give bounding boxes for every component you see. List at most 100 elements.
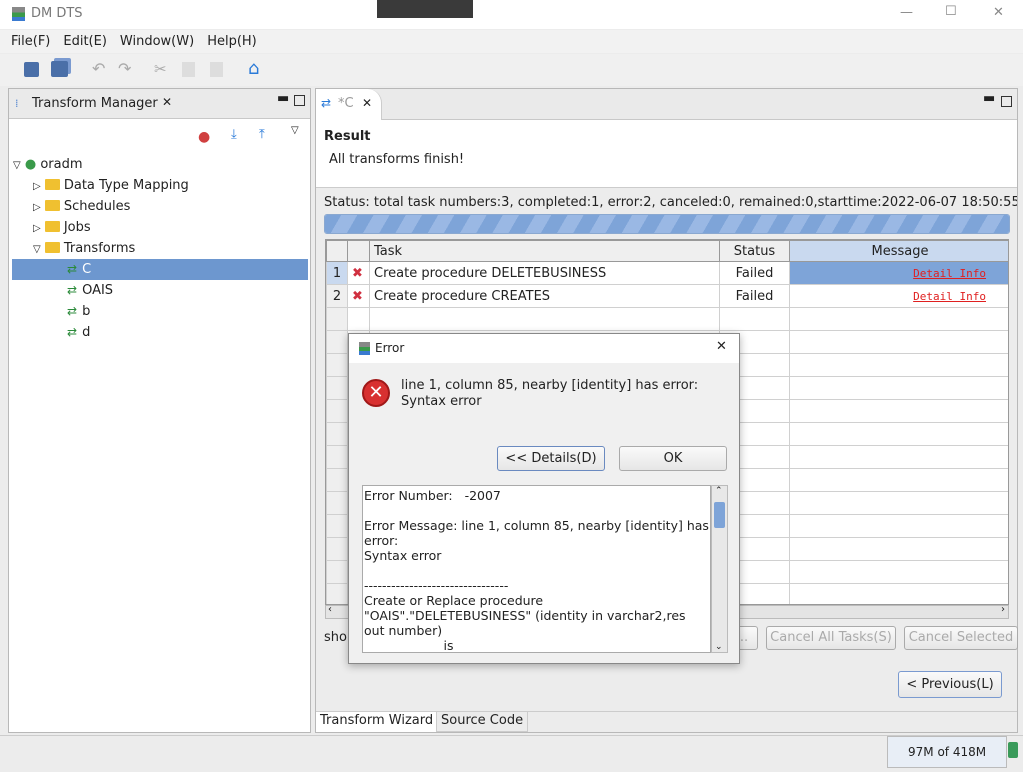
dialog-title-bar: Error ✕ [349, 334, 739, 363]
detail-info-link[interactable]: Detail Info [913, 290, 986, 303]
tree-root[interactable]: ▽ ● oradm [13, 154, 83, 175]
tree-icon: ⁞ [15, 97, 19, 110]
tree-item-transform-d[interactable]: ⇄ d [67, 322, 90, 343]
transform-icon: ⇄ [67, 325, 78, 339]
maximize-view-icon[interactable] [294, 95, 305, 106]
memory-indicator[interactable]: 97M of 418M [887, 736, 1007, 768]
collapse-icon[interactable]: ▽ [33, 244, 41, 255]
app-icon [12, 7, 25, 21]
toolbar: ↶ ↷ ✂ ⌂ [0, 54, 1023, 86]
details-text[interactable]: Error Number: -2007 Error Message: line … [362, 485, 711, 653]
scroll-up-icon[interactable]: ⌃ [715, 486, 723, 496]
result-area: Result All transforms finish! [316, 120, 1017, 188]
error-message: line 1, column 85, nearby [identity] has… [401, 378, 699, 409]
export-icon[interactable]: ⤒ [259, 127, 265, 142]
panel-title[interactable]: Transform Manager [32, 96, 158, 111]
transform-icon: ⇄ [321, 96, 332, 110]
editor-tab-c[interactable]: ⇄ *C ✕ [316, 89, 382, 120]
menu-window[interactable]: Window(W) [120, 34, 194, 49]
folder-icon [44, 221, 60, 232]
copy-icon[interactable] [182, 62, 195, 77]
garbage-collect-icon[interactable] [1008, 742, 1018, 758]
detail-info-link[interactable]: Detail Info [913, 267, 986, 280]
tree-item-transform-oais[interactable]: ⇄ OAIS [67, 280, 113, 301]
close-tab-icon[interactable]: ✕ [162, 95, 172, 109]
close-tab-icon[interactable]: ✕ [362, 96, 372, 110]
expand-icon[interactable]: ▷ [33, 202, 41, 213]
error-icon: ✖ [347, 261, 370, 285]
tree-item-data-type-mapping[interactable]: ▷ Data Type Mapping [33, 175, 189, 196]
tree-item-transform-b[interactable]: ⇄ b [67, 301, 90, 322]
maximize-button[interactable]: ☐ [945, 4, 957, 19]
dialog-title: Error [375, 341, 405, 355]
close-button[interactable]: ✕ [993, 5, 1004, 20]
progress-fill [325, 215, 1009, 233]
tree-item-jobs[interactable]: ▷ Jobs [33, 217, 91, 238]
collapse-icon[interactable]: ▽ [13, 160, 21, 171]
title-bar: DM DTS — ☐ ✕ [0, 0, 1023, 29]
scroll-left-icon[interactable]: ‹ [328, 604, 332, 615]
folder-icon [44, 242, 60, 253]
cancel-selected-button[interactable]: Cancel Selected [904, 626, 1018, 650]
scroll-down-icon[interactable]: ⌄ [715, 642, 723, 652]
folder-icon [44, 179, 60, 190]
paste-icon[interactable] [210, 62, 223, 77]
panel-header: ⁞ Transform Manager ✕ ▬ [9, 89, 310, 119]
app-icon [359, 342, 370, 355]
save-icon[interactable] [24, 62, 39, 77]
menu-edit[interactable]: Edit(E) [63, 34, 107, 49]
folder-icon [44, 200, 60, 211]
error-dialog: Error ✕ ✕ line 1, column 85, nearby [ide… [348, 333, 740, 664]
menu-bar: File(F) Edit(E) Window(W) Help(H) [0, 30, 1023, 53]
tab-source-code[interactable]: Source Code [436, 712, 529, 732]
home-icon[interactable]: ⌂ [248, 58, 259, 79]
maximize-view-icon[interactable] [1001, 96, 1012, 107]
db-icon: ● [24, 157, 37, 172]
redo-icon[interactable]: ↷ [118, 59, 131, 78]
show-label: sho [324, 630, 347, 645]
minimize-view-icon[interactable]: ▬ [983, 91, 995, 106]
save-all-icon[interactable] [51, 61, 68, 77]
transform-icon: ⇄ [67, 304, 78, 318]
cut-icon[interactable]: ✂ [154, 60, 167, 78]
menu-help[interactable]: Help(H) [207, 34, 257, 49]
tree-item-transforms[interactable]: ▽ Transforms [33, 238, 135, 259]
tree-item-transform-c[interactable]: ⇄ C [12, 259, 308, 280]
dialog-close-button[interactable]: ✕ [716, 339, 727, 354]
error-icon: ✕ [362, 379, 390, 407]
details-scrollbar[interactable]: ⌄ ⌃ [711, 485, 728, 653]
window-title: DM DTS [31, 6, 83, 21]
minimize-view-icon[interactable]: ▬ [277, 91, 289, 106]
undo-icon[interactable]: ↶ [92, 59, 105, 78]
column-status[interactable]: Status [719, 240, 790, 262]
connection-icon[interactable]: ● [198, 129, 210, 145]
transform-manager-panel: ⁞ Transform Manager ✕ ▬ ● ⤓ ⤒ ▽ ▽ ● orad… [8, 88, 311, 733]
import-icon[interactable]: ⤓ [231, 127, 237, 142]
result-text: All transforms finish! [329, 152, 465, 167]
scroll-right-icon[interactable]: › [1001, 604, 1005, 615]
expand-icon[interactable]: ▷ [33, 181, 41, 192]
transform-icon: ⇄ [67, 262, 78, 276]
transform-icon: ⇄ [67, 283, 78, 297]
status-text: Status: total task numbers:3, completed:… [324, 195, 1017, 210]
cancel-all-tasks-button[interactable]: Cancel All Tasks(S) [766, 626, 896, 650]
expand-icon[interactable]: ▷ [33, 223, 41, 234]
editor-header: ⇄ *C ✕ ▬ [316, 89, 1017, 120]
table-row[interactable]: 2 ✖ Create procedure CREATES Failed Detail I… [326, 284, 1008, 308]
screen-overlay [377, 0, 473, 18]
ok-button[interactable]: OK [619, 446, 727, 471]
empty-row [326, 307, 1008, 331]
tree-item-schedules[interactable]: ▷ Schedules [33, 196, 130, 217]
previous-button[interactable]: < Previous(L) [898, 671, 1002, 698]
column-task[interactable]: Task [369, 240, 720, 262]
scroll-thumb[interactable] [714, 502, 725, 528]
progress-bar [324, 214, 1010, 234]
result-title: Result [324, 129, 371, 144]
view-menu-icon[interactable]: ▽ [291, 125, 299, 136]
column-message[interactable]: Message [789, 240, 1008, 262]
minimize-button[interactable]: — [900, 5, 913, 20]
table-row[interactable]: 1 ✖ Create procedure DELETEBUSINESS Failed D… [326, 261, 1008, 285]
details-button[interactable]: << Details(D) [497, 446, 605, 471]
menu-file[interactable]: File(F) [11, 34, 50, 49]
tab-transform-wizard[interactable]: Transform Wizard [316, 712, 438, 732]
